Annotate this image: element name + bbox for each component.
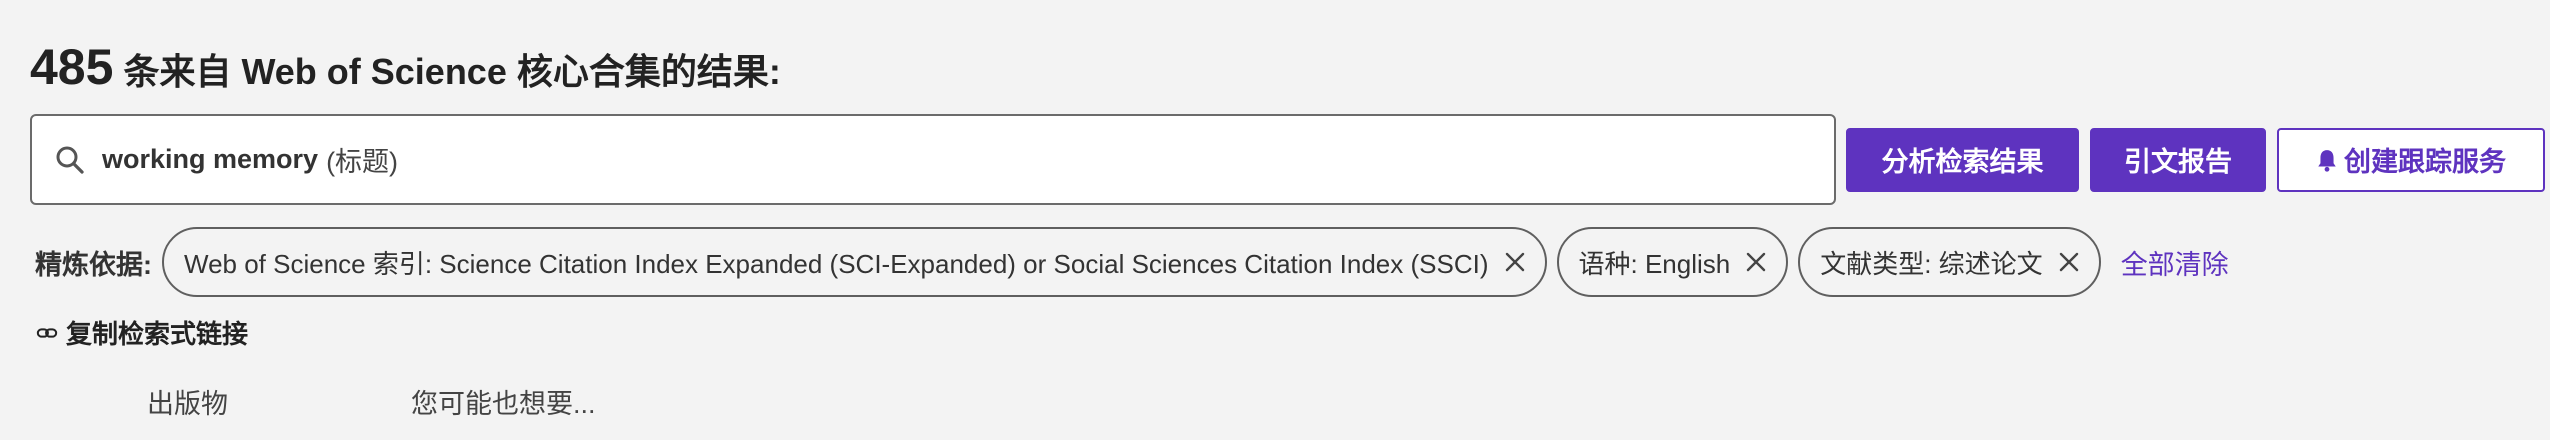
- filter-chip-text: Web of Science 索引: Science Citation Inde…: [184, 248, 1489, 279]
- search-box[interactable]: working memory (标题): [30, 114, 1836, 205]
- result-count: 485: [30, 39, 114, 95]
- create-alert-button[interactable]: 创建跟踪服务: [2277, 127, 2545, 192]
- copy-search-link-label: 复制检索式链接: [66, 319, 249, 349]
- filter-chip-doctype: 文献类型: 综述论文: [1798, 227, 2101, 297]
- close-icon[interactable]: [1503, 250, 1527, 274]
- results-page: 485 条来自 Web of Science 核心合集的结果: working …: [0, 0, 2550, 440]
- link-icon: [36, 327, 58, 338]
- publications-tab[interactable]: 出版物: [147, 382, 228, 421]
- create-alert-label: 创建跟踪服务: [2344, 147, 2506, 177]
- refine-row: 精炼依据: Web of Science 索引: Science Citatio…: [35, 227, 2229, 297]
- citation-report-button[interactable]: 引文报告: [2090, 127, 2266, 192]
- analyze-results-button[interactable]: 分析检索结果: [1846, 127, 2079, 192]
- search-field: (标题): [326, 147, 399, 177]
- filter-chip-index: Web of Science 索引: Science Citation Inde…: [162, 227, 1547, 297]
- search-icon: [56, 146, 84, 174]
- clear-all-link[interactable]: 全部清除: [2121, 243, 2229, 282]
- filter-chip-language: 语种: English: [1556, 227, 1789, 297]
- filter-chip-text: 语种: English: [1578, 248, 1731, 279]
- result-heading-text: 条来自 Web of Science 核心合集的结果:: [123, 51, 781, 92]
- filter-chip-text: 文献类型: 综述论文: [1820, 248, 2043, 279]
- refine-label: 精炼依据:: [35, 249, 152, 280]
- search-row: working memory (标题) 分析检索结果 引文报告 创建跟踪服务: [30, 114, 2545, 205]
- results-heading: 485 条来自 Web of Science 核心合集的结果:: [30, 38, 781, 96]
- you-may-also-like-tab[interactable]: 您可能也想要...: [411, 382, 596, 421]
- close-icon[interactable]: [2057, 250, 2081, 274]
- close-icon[interactable]: [1744, 250, 1768, 274]
- bell-icon: [2318, 149, 2336, 172]
- copy-search-link[interactable]: 复制检索式链接: [36, 314, 248, 351]
- search-query: working memory: [102, 144, 319, 174]
